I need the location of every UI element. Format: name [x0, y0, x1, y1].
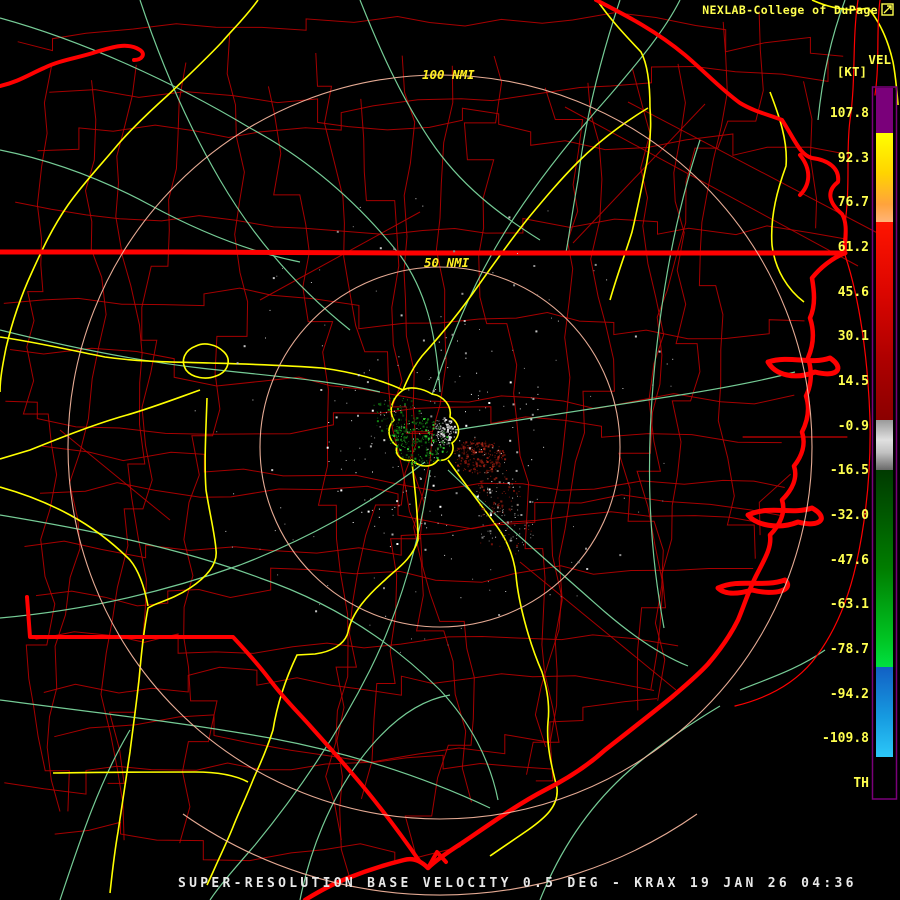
colorbar-segment-purple [876, 88, 893, 133]
colorbar-tick: -47.6 [830, 553, 869, 568]
colorbar-tick: -78.7 [830, 642, 869, 657]
colorbar-segment-black [876, 757, 893, 798]
coastline [302, 0, 881, 900]
colorbar-tick: -0.9 [838, 419, 869, 434]
county-line [22, 66, 70, 812]
county-line [43, 666, 655, 696]
county-line [107, 64, 147, 784]
va-nc-border [0, 249, 848, 256]
colorbar-tick: 76.7 [838, 195, 869, 210]
colorbar-tick: 14.5 [838, 374, 869, 389]
county-line [698, 21, 756, 559]
box-arrow-icon [881, 3, 894, 16]
colorbar-tick: 61.2 [838, 240, 869, 255]
colorbar-segment-red [876, 222, 893, 420]
pamlico-river [745, 505, 824, 529]
county-line [315, 52, 422, 800]
county-line [463, 55, 560, 775]
radar-display: 100 NMI 50 NMI 107.8 92.3 76.7 61.2 45.6 30.1… [0, 0, 900, 900]
colorbar-title: VEL [868, 52, 891, 67]
county-line [335, 55, 417, 877]
colorbar-units: [KT] [836, 64, 867, 79]
bay-offshoot [798, 153, 811, 197]
nc-sc-border [25, 595, 422, 864]
county-line [15, 201, 848, 240]
river-thick-northwest [0, 43, 145, 88]
colorbar-segment-green [876, 470, 893, 667]
colorbar-segment-blue [876, 667, 893, 757]
colorbar-tick: 107.8 [830, 106, 869, 121]
county-line [267, 86, 349, 841]
brand-title: NEXLAB-College of DuPage [702, 3, 878, 17]
colorbar-tick: -32.0 [830, 508, 869, 523]
colorbar-tick: -94.2 [830, 687, 869, 702]
ring-label-50nmi: 50 NMI [424, 255, 470, 270]
outer-banks [734, 254, 871, 707]
colorbar-tick: -63.1 [830, 597, 869, 612]
colorbar-tick: TH [853, 776, 869, 791]
colorbar-segment-gray [876, 420, 893, 470]
colorbar-tick: -16.5 [830, 463, 869, 478]
colorbar-tick: 92.3 [838, 151, 869, 166]
va-eastern-shore [842, 0, 859, 249]
product-title: SUPER-RESOLUTION BASE VELOCITY 0.5 DEG -… [178, 876, 857, 891]
velocity-colorbar: 107.8 92.3 76.7 61.2 45.6 30.1 14.5 -0.9 -16.5 -3… [822, 86, 898, 800]
ring-label-100nmi: 100 NMI [422, 67, 475, 82]
colorbar-tick: 45.6 [838, 285, 869, 300]
colorbar-tick: -109.8 [822, 731, 869, 746]
colorbar-tick: 30.1 [838, 329, 869, 344]
radar-map-canvas: 100 NMI 50 NMI 107.8 92.3 76.7 61.2 45.6 30.1… [0, 0, 899, 900]
county-line [3, 287, 805, 340]
county-line [46, 80, 107, 812]
county-line [618, 11, 764, 701]
colorbar-segment-warm [876, 133, 893, 222]
